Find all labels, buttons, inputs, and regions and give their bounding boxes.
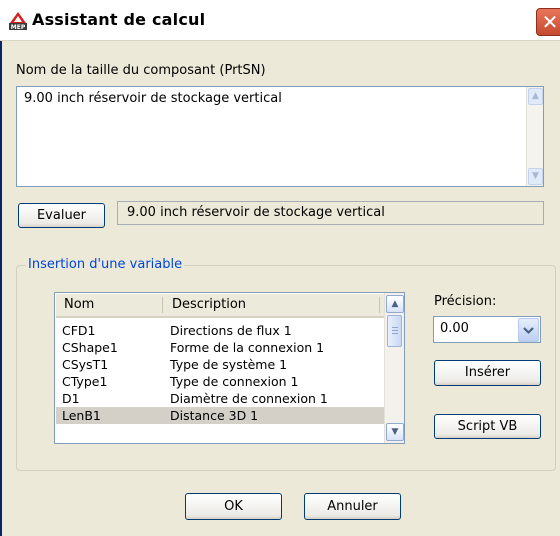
list-row[interactable]: D1 Diamètre de connexion 1 [56, 390, 385, 407]
row-description: Directions de flux 1 [170, 323, 292, 338]
scroll-down-icon[interactable]: ▼ [386, 423, 404, 441]
list-header: Nom Description [56, 294, 385, 318]
list-row[interactable]: CSysT1 Type de système 1 [56, 356, 385, 373]
row-name: CShape1 [62, 340, 118, 355]
row-description: Distance 3D 1 [170, 408, 259, 423]
row-name: CFD1 [62, 323, 96, 338]
row-name: CType1 [62, 374, 108, 389]
window-title: Assistant de calcul [32, 10, 206, 29]
evaluate-result: 9.00 inch réservoir de stockage vertical [127, 205, 385, 220]
row-description: Type de système 1 [170, 357, 288, 372]
autocad-mep-icon: MEP [9, 12, 27, 31]
row-name: CSysT1 [62, 357, 109, 372]
list-row-selected[interactable]: LenB1 Distance 3D 1 [56, 407, 385, 424]
size-name-label: Nom de la taille du composant (PrtSN) [16, 63, 266, 78]
ok-button-label: OK [224, 499, 243, 514]
scroll-up-icon[interactable]: ▲ [528, 88, 543, 105]
precision-label: Précision: [434, 294, 497, 309]
chevron-down-icon[interactable] [518, 318, 539, 342]
list-scrollbar[interactable]: ▲ ▼ [384, 293, 404, 443]
precision-value: 0.00 [440, 321, 469, 336]
title-bar: MEP Assistant de calcul ✕ [0, 0, 560, 41]
size-name-textarea[interactable]: 9.00 inch réservoir de stockage vertical… [16, 86, 544, 187]
list-row[interactable]: CFD1 Directions de flux 1 [56, 322, 385, 339]
dialog-body: Nom de la taille du composant (PrtSN) 9.… [0, 41, 560, 536]
variable-group-title: Insertion d'une variable [26, 257, 185, 272]
script-vb-button[interactable]: Script VB [434, 414, 541, 439]
insert-button-label: Insérer [464, 365, 511, 380]
variable-list[interactable]: Nom Description CFD1 Directions de flux … [54, 292, 405, 444]
column-separator [379, 297, 380, 313]
precision-select[interactable]: 0.00 [433, 316, 541, 343]
cancel-button[interactable]: Annuler [304, 493, 401, 520]
column-header-name[interactable]: Nom [56, 294, 162, 316]
scroll-thumb[interactable] [387, 315, 402, 347]
insert-button[interactable]: Insérer [434, 360, 541, 386]
evaluate-result-field: 9.00 inch réservoir de stockage vertical [117, 201, 544, 225]
ok-button[interactable]: OK [185, 493, 282, 520]
list-row[interactable]: CType1 Type de connexion 1 [56, 373, 385, 390]
row-description: Type de connexion 1 [170, 374, 299, 389]
row-name: D1 [62, 391, 80, 406]
scroll-up-icon[interactable]: ▲ [386, 295, 404, 313]
column-header-description[interactable]: Description [164, 294, 379, 316]
evaluate-button[interactable]: Evaluer [18, 203, 105, 228]
row-description: Forme de la connexion 1 [170, 340, 325, 355]
row-name: LenB1 [62, 408, 101, 423]
size-name-value: 9.00 inch réservoir de stockage vertical [24, 91, 282, 106]
row-description: Diamètre de connexion 1 [170, 391, 328, 406]
evaluate-button-label: Evaluer [36, 208, 87, 223]
column-separator [162, 297, 163, 313]
close-icon: ✕ [541, 10, 559, 34]
textarea-scrollbar[interactable]: ▲ ▼ [526, 87, 543, 186]
close-button[interactable]: ✕ [536, 8, 560, 36]
script-vb-button-label: Script VB [457, 419, 518, 434]
cancel-button-label: Annuler [327, 499, 378, 514]
scroll-down-icon[interactable]: ▼ [528, 168, 543, 185]
svg-text:MEP: MEP [11, 24, 26, 31]
list-row[interactable]: CShape1 Forme de la connexion 1 [56, 339, 385, 356]
